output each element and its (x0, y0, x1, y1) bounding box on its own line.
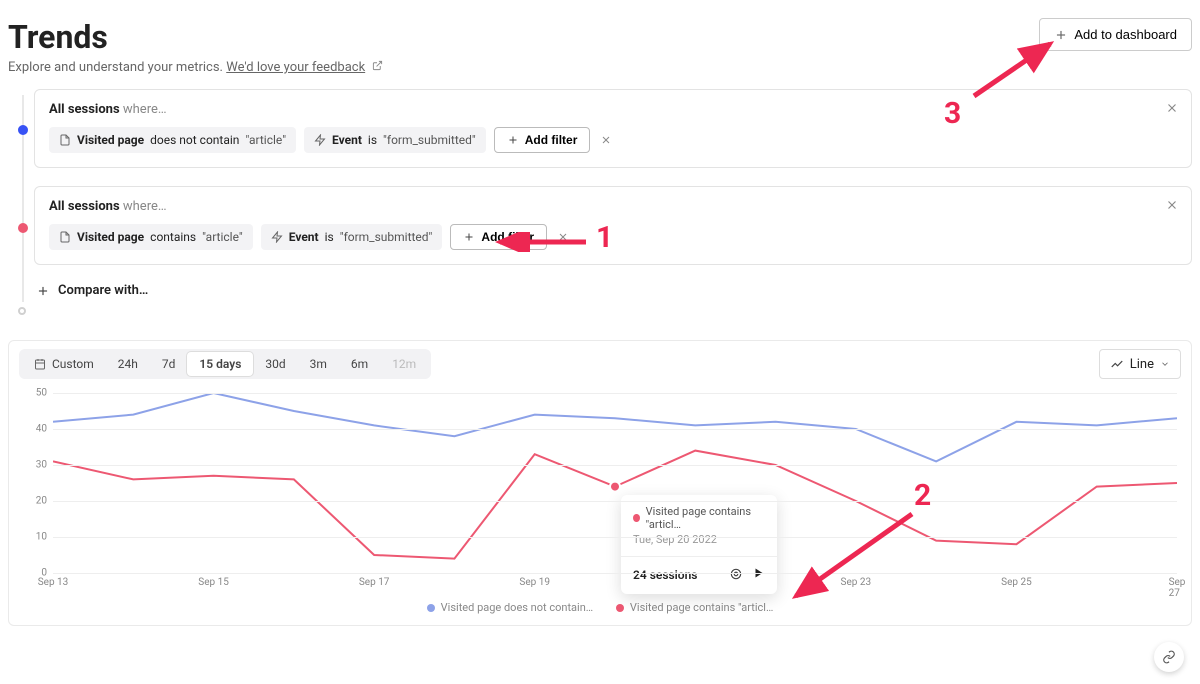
target-icon[interactable] (729, 567, 743, 584)
series-dot-blue (18, 125, 28, 135)
series-label: All sessions where… (49, 199, 1177, 214)
chart-tooltip: Visited page contains "articl… Tue, Sep … (621, 495, 777, 594)
lightning-icon (314, 134, 326, 146)
add-filter-button[interactable]: Add filter (494, 127, 591, 153)
plus-icon (507, 134, 519, 146)
feedback-link[interactable]: We'd love your feedback (226, 60, 365, 75)
series-label: All sessions where… (49, 102, 1177, 117)
filter-chip-event[interactable]: Event is "form_submitted" (304, 127, 486, 153)
time-range-6m[interactable]: 6m (339, 352, 380, 376)
legend-item[interactable]: Visited page does not contain… (427, 601, 593, 614)
time-range-12m[interactable]: 12m (380, 352, 428, 376)
filter-chip-visited-page[interactable]: Visited page contains "article" (49, 224, 253, 250)
external-link-icon (372, 60, 383, 75)
series-dot-add (18, 307, 26, 315)
add-filter-button[interactable]: Add filter (450, 224, 547, 250)
plus-icon (463, 231, 475, 243)
compare-with-button[interactable]: Compare with… (36, 283, 1192, 298)
legend-item[interactable]: Visited page contains "articl… (616, 601, 773, 614)
link-icon (1162, 650, 1176, 664)
play-icon[interactable] (753, 567, 765, 584)
chevron-down-icon (1160, 359, 1170, 369)
time-range-custom[interactable]: Custom (22, 352, 106, 376)
page-subtitle: Explore and understand your metrics. We'… (8, 60, 383, 75)
chart-type-dropdown[interactable]: Line (1099, 349, 1181, 379)
time-range-24h[interactable]: 24h (106, 352, 150, 376)
remove-series-button[interactable] (1165, 197, 1179, 216)
clear-last-filter-button[interactable] (598, 129, 614, 152)
chart-plot[interactable]: 01020304050 Sep 13Sep 15Sep 17Sep 19Sep … (23, 393, 1177, 593)
share-link-button[interactable] (1154, 642, 1184, 672)
time-range-group: Custom24h7d15 days30d3m6m12m (19, 349, 431, 379)
time-range-7d[interactable]: 7d (150, 352, 188, 376)
filter-chip-event[interactable]: Event is "form_submitted" (261, 224, 443, 250)
calendar-icon (34, 358, 46, 370)
time-range-15days[interactable]: 15 days (187, 352, 253, 376)
page-icon (59, 134, 71, 146)
add-to-dashboard-button[interactable]: Add to dashboard (1039, 18, 1192, 51)
lightning-icon (271, 231, 283, 243)
series-dot-pink (18, 223, 28, 233)
time-range-3m[interactable]: 3m (298, 352, 339, 376)
page-icon (59, 231, 71, 243)
page-title: Trends (8, 18, 383, 56)
time-range-30d[interactable]: 30d (253, 352, 297, 376)
plus-icon (1054, 28, 1068, 42)
clear-last-filter-button[interactable] (555, 226, 571, 249)
chart-legend: Visited page does not contain… Visited p… (9, 601, 1191, 615)
series-card: All sessions where… Visited page does no… (34, 89, 1192, 168)
line-chart-icon (1110, 357, 1124, 371)
chart-card: Custom24h7d15 days30d3m6m12m Line 010203… (8, 340, 1192, 626)
series-card: All sessions where… Visited page contain… (34, 186, 1192, 265)
remove-series-button[interactable] (1165, 100, 1179, 119)
filter-chip-visited-page[interactable]: Visited page does not contain "article" (49, 127, 296, 153)
plus-icon (36, 284, 50, 298)
